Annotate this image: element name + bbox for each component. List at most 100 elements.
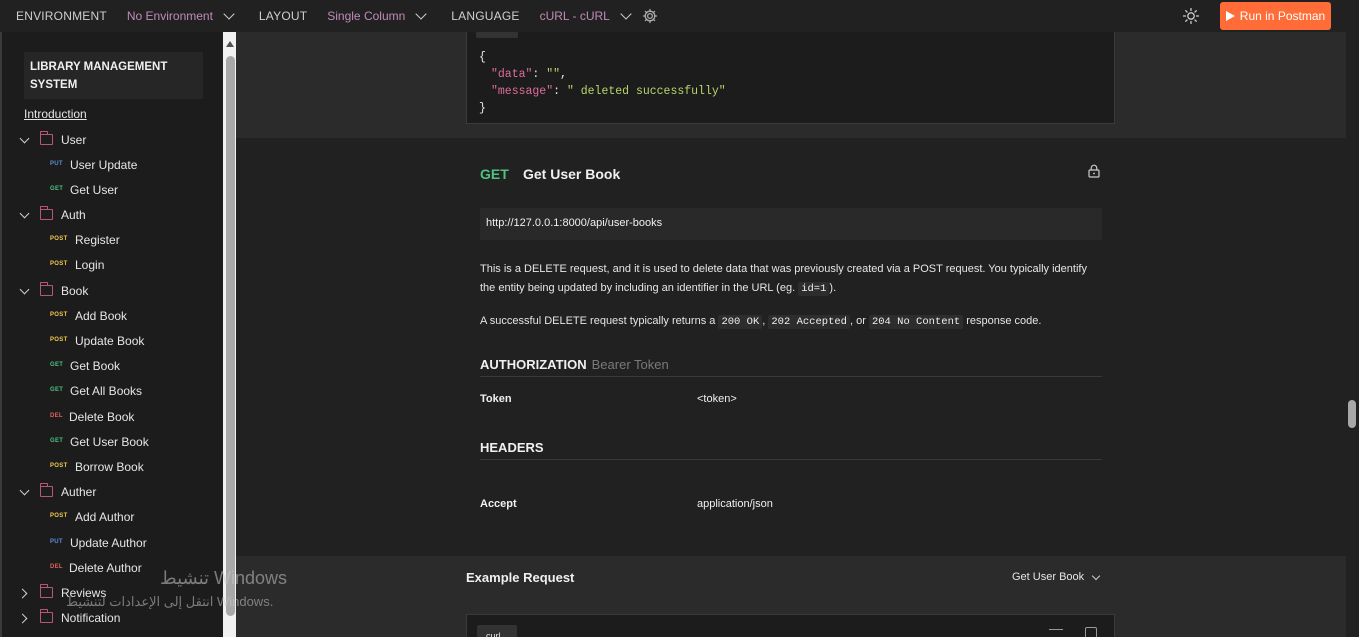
- request-method: GET: [480, 166, 509, 182]
- json-key: "message": [491, 85, 554, 98]
- method-badge: PUT: [50, 161, 63, 167]
- example-request-band: Example Request Get User Book curl: [236, 556, 1346, 637]
- lock-icon[interactable]: [1088, 164, 1100, 178]
- folder-label: Notification: [61, 611, 121, 625]
- request-update-book[interactable]: POST Update Book: [2, 332, 222, 352]
- method-badge: POST: [50, 513, 68, 519]
- json-line-data: "data": "",: [491, 68, 567, 81]
- request-label: Login: [75, 258, 105, 272]
- request-borrow-book[interactable]: POST Borrow Book: [2, 458, 222, 478]
- folder-icon: [40, 206, 53, 220]
- folder-icon: [40, 131, 53, 145]
- chevron-down-icon: [1091, 571, 1101, 580]
- request-user-update[interactable]: PUT User Update: [2, 156, 222, 176]
- method-badge: POST: [50, 261, 68, 267]
- windows-activation-subtitle: انتقل إلى الإعدادات لتنشيط Windows.: [66, 594, 274, 609]
- response-band: { "data": "", "message": " deleted succe…: [236, 32, 1346, 138]
- chevron-right-icon: [17, 588, 28, 599]
- inline-code: 202 Accepted: [768, 315, 850, 329]
- chevron-down-icon: [19, 133, 30, 144]
- wrap-lines-icon[interactable]: [1049, 629, 1063, 637]
- method-badge: POST: [50, 236, 68, 242]
- request-label: Delete Author: [69, 561, 142, 575]
- scroll-up-arrow-icon[interactable]: [226, 41, 234, 47]
- folder-icon: [40, 609, 53, 623]
- collection-title[interactable]: LIBRARY MANAGEMENT SYSTEM: [24, 52, 203, 99]
- scrollbar-thumb[interactable]: [226, 56, 235, 616]
- chevron-down-icon: [19, 284, 30, 295]
- method-badge: POST: [50, 312, 68, 318]
- description-text: response code.: [963, 315, 1042, 327]
- request-delete-book[interactable]: DEL Delete Book: [2, 408, 222, 428]
- layout-dropdown[interactable]: Single Column: [307, 8, 427, 23]
- method-badge: POST: [50, 337, 68, 343]
- copy-icon[interactable]: [1085, 627, 1097, 637]
- page-scrollbar[interactable]: [1346, 32, 1359, 637]
- folder-user[interactable]: User: [2, 131, 222, 151]
- folder-label: Auther: [61, 485, 97, 499]
- request-title: Get User Book: [523, 166, 621, 182]
- folder-notification[interactable]: Notification: [2, 609, 222, 629]
- json-open-brace: {: [479, 51, 486, 64]
- example-selected-value: Get User Book: [1012, 571, 1085, 583]
- sidebar-scrollbar[interactable]: [223, 32, 236, 637]
- request-get-user-book[interactable]: GET Get User Book: [2, 433, 222, 453]
- method-badge: GET: [50, 387, 64, 393]
- folder-label: Book: [61, 284, 89, 298]
- scrollbar-thumb[interactable]: [1348, 400, 1356, 428]
- introduction-link[interactable]: Introduction: [24, 107, 87, 121]
- method-badge: PUT: [50, 539, 63, 545]
- headers-heading: HEADERS: [480, 440, 544, 455]
- language-value: cURL - cURL: [539, 9, 610, 23]
- run-in-postman-label: Run in Postman: [1239, 9, 1326, 23]
- language-label: LANGUAGE: [451, 9, 520, 23]
- request-add-book[interactable]: POST Add Book: [2, 307, 222, 327]
- example-select-dropdown[interactable]: Get User Book: [1012, 571, 1101, 583]
- request-label: Register: [75, 233, 120, 247]
- divider: [480, 459, 1102, 460]
- divider: [480, 376, 1102, 377]
- folder-auther[interactable]: Auther: [2, 483, 222, 503]
- method-badge: DEL: [50, 564, 63, 570]
- description-text: ).: [829, 282, 837, 294]
- gear-icon[interactable]: [642, 8, 658, 24]
- authorization-heading: AUTHORIZATION Bearer Token: [480, 357, 669, 372]
- json-key: "data": [491, 68, 533, 81]
- inline-code: id=1: [798, 282, 830, 296]
- request-label: Update Author: [70, 536, 147, 550]
- layout-label: LAYOUT: [258, 9, 308, 23]
- token-key: Token: [480, 393, 512, 405]
- example-request-title: Example Request: [466, 570, 575, 585]
- json-close-brace: }: [479, 102, 486, 115]
- chevron-down-icon: [620, 8, 632, 20]
- method-badge: GET: [50, 438, 64, 444]
- request-url[interactable]: http://127.0.0.1:8000/api/user-books: [480, 208, 1102, 240]
- request-get-book[interactable]: GET Get Book: [2, 357, 222, 377]
- request-label: Add Author: [75, 510, 135, 524]
- folder-auth[interactable]: Auth: [2, 206, 222, 226]
- json-value: "": [546, 68, 561, 81]
- header-value: application/json: [697, 498, 773, 510]
- code-tab[interactable]: [476, 32, 518, 38]
- request-update-author[interactable]: PUT Update Author: [2, 534, 222, 554]
- json-value: " deleted successfully": [566, 85, 726, 98]
- request-label: Borrow Book: [75, 460, 144, 474]
- language-dropdown[interactable]: cURL - cURL: [520, 8, 632, 23]
- request-label: Update Book: [75, 334, 145, 348]
- folder-icon: [40, 282, 53, 296]
- environment-dropdown[interactable]: No Environment: [107, 8, 235, 23]
- request-get-user[interactable]: GET Get User: [2, 181, 222, 201]
- request-label: Delete Book: [69, 410, 135, 424]
- folder-book[interactable]: Book: [2, 282, 222, 302]
- request-add-author[interactable]: POST Add Author: [2, 508, 222, 528]
- request-register[interactable]: POST Register: [2, 231, 222, 251]
- request-get-all-books[interactable]: GET Get All Books: [2, 382, 222, 402]
- curl-tab[interactable]: curl: [477, 625, 517, 637]
- method-badge: DEL: [50, 413, 63, 419]
- request-login[interactable]: POST Login: [2, 256, 222, 276]
- theme-toggle-sun-icon[interactable]: [1182, 7, 1200, 25]
- request-label: Get User: [70, 183, 119, 197]
- chevron-down-icon: [19, 485, 30, 496]
- token-value: <token>: [697, 393, 737, 405]
- run-in-postman-button[interactable]: Run in Postman: [1220, 2, 1331, 30]
